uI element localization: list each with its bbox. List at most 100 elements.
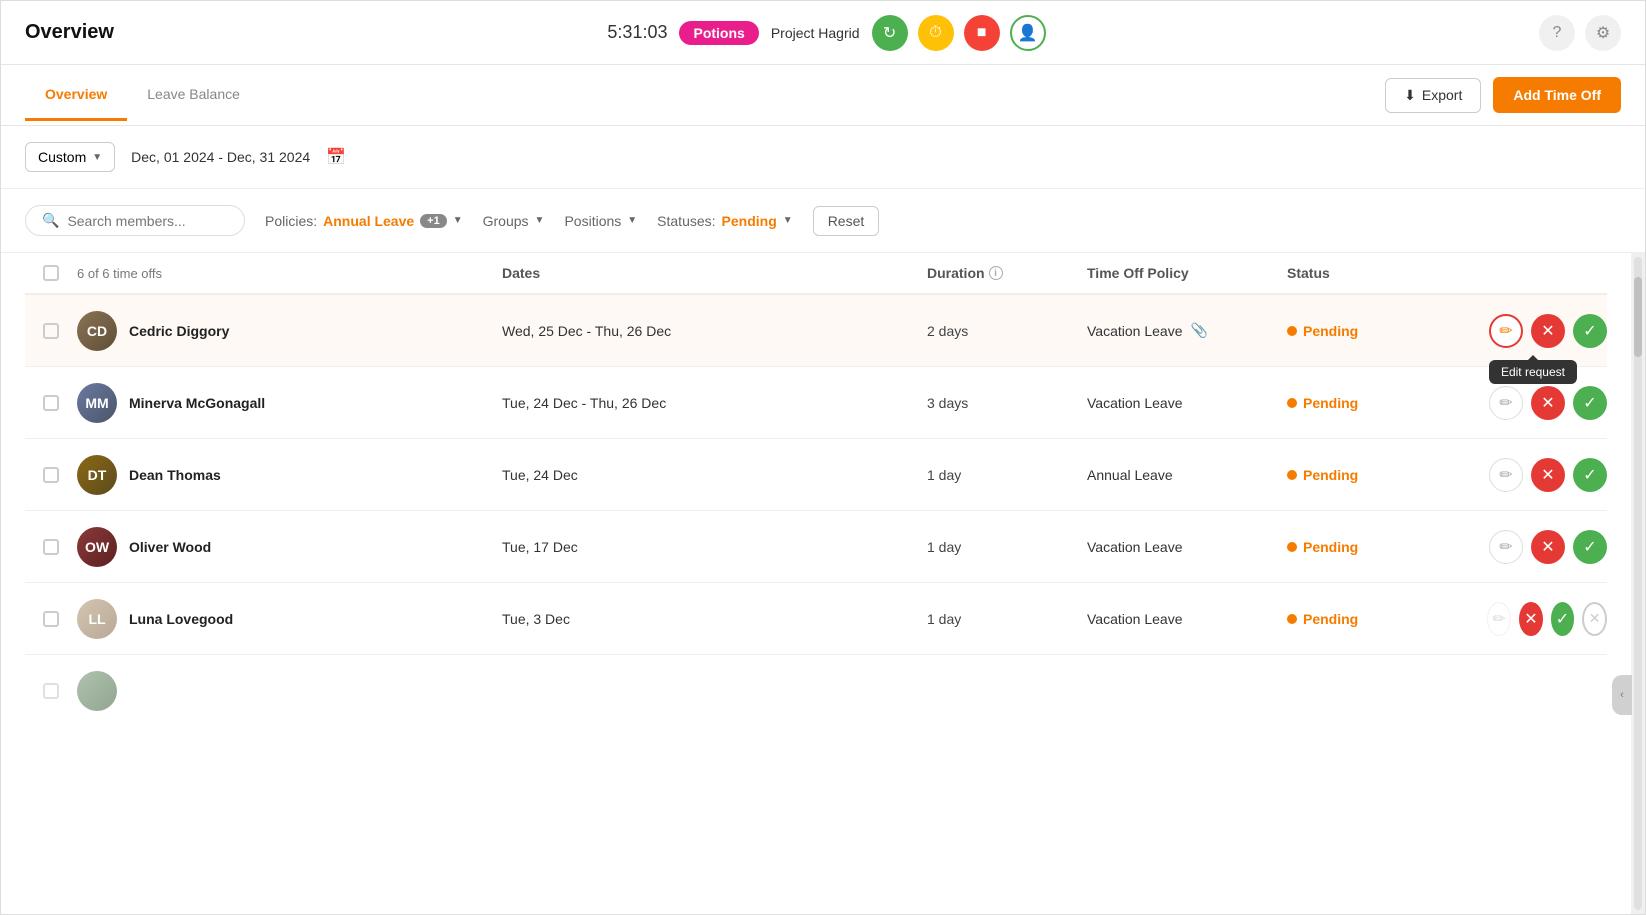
approve-button-dean[interactable]: ✓ [1573,458,1607,492]
member-name-dean: Dean Thomas [129,467,221,483]
edit-button-minerva[interactable]: ✏ [1489,386,1523,420]
member-cell-cedric: CD Cedric Diggory [77,311,502,351]
member-name-oliver: Oliver Wood [129,539,211,555]
policy-oliver: Vacation Leave [1087,539,1287,555]
avatar-minerva: MM [77,383,117,423]
actions-minerva: ✏ ✕ ✓ [1487,386,1607,420]
scrollbar[interactable] [1631,253,1645,914]
policy-luna: Vacation Leave [1087,611,1287,627]
tab-overview[interactable]: Overview [25,70,127,121]
groups-filter[interactable]: Groups ▼ [483,213,545,229]
statuses-chevron-icon: ▼ [783,215,793,226]
policy-header: Time Off Policy [1087,265,1287,281]
policies-value: Annual Leave [323,213,414,229]
member-cell-partial [77,671,502,711]
secondary-action-button-luna[interactable]: ✕ [1582,602,1607,636]
dates-header: Dates [502,265,927,281]
dates-dean: Tue, 24 Dec [502,467,927,483]
export-button[interactable]: ⬇ Export [1385,78,1481,113]
member-cell-luna: LL Luna Lovegood [77,599,502,639]
table-row: DT Dean Thomas Tue, 24 Dec 1 day Annual … [25,439,1607,511]
approve-button-oliver[interactable]: ✓ [1573,530,1607,564]
edit-button-luna[interactable]: ✏ [1487,602,1511,636]
member-name-minerva: Minerva McGonagall [129,395,265,411]
policy-minerva: Vacation Leave [1087,395,1287,411]
timer-display: 5:31:03 [607,22,667,43]
active-project-badge[interactable]: Potions [679,21,758,45]
table-row: CD Cedric Diggory Wed, 25 Dec - Thu, 26 … [25,295,1607,367]
search-filters-bar: 🔍 Policies: Annual Leave +1 ▼ Groups ▼ P… [1,189,1645,253]
header-icons: ↻ ⏱ ■ 👤 [872,15,1046,51]
approve-button-minerva[interactable]: ✓ [1573,386,1607,420]
status-oliver: Pending [1287,539,1487,555]
row-checkbox-luna[interactable] [43,611,59,627]
duration-info-icon: i [989,266,1003,280]
timer-icon[interactable]: ⏱ [918,15,954,51]
avatar-partial [77,671,117,711]
duration-dean: 1 day [927,467,1087,483]
collapse-panel-handle[interactable]: ‹ [1612,675,1632,715]
header-center: 5:31:03 Potions Project Hagrid ↻ ⏱ ■ 👤 [607,15,1045,51]
count-header: 6 of 6 time offs [77,266,502,281]
add-time-off-button[interactable]: Add Time Off [1493,77,1621,113]
stop-icon[interactable]: ■ [964,15,1000,51]
member-cell-minerva: MM Minerva McGonagall [77,383,502,423]
deny-button-oliver[interactable]: ✕ [1531,530,1565,564]
edit-request-tooltip: Edit request [1489,360,1577,384]
status-minerva: Pending [1287,395,1487,411]
member-name-luna: Luna Lovegood [129,611,233,627]
approve-button-cedric[interactable]: ✓ [1573,314,1607,348]
help-icon[interactable]: ? [1539,15,1575,51]
edit-button-oliver[interactable]: ✏ [1489,530,1523,564]
dates-cedric: Wed, 25 Dec - Thu, 26 Dec [502,323,927,339]
deny-button-luna[interactable]: ✕ [1519,602,1543,636]
policies-filter[interactable]: Policies: Annual Leave +1 ▼ [265,213,463,229]
edit-button-cedric[interactable]: ✏ [1489,314,1523,348]
positions-label: Positions [564,213,621,229]
deny-button-dean[interactable]: ✕ [1531,458,1565,492]
search-input[interactable] [67,213,227,229]
status-luna: Pending [1287,611,1487,627]
select-all-cell [25,265,77,281]
reset-button[interactable]: Reset [813,206,880,236]
tabs-list: Overview Leave Balance [25,70,260,121]
duration-cedric: 2 days [927,323,1087,339]
policy-cedric: Vacation Leave 📎 [1087,322,1287,339]
member-name-cedric: Cedric Diggory [129,323,229,339]
settings-icon[interactable]: ⚙ [1585,15,1621,51]
active-project-label[interactable]: Project Hagrid [771,25,860,41]
actions-cedric: ✏ ✕ ✓ Edit request [1487,314,1607,348]
row-checkbox-partial[interactable] [43,683,59,699]
row-checkbox-cedric[interactable] [43,323,59,339]
status-dot-dean [1287,470,1297,480]
actions-oliver: ✏ ✕ ✓ [1487,530,1607,564]
select-all-checkbox[interactable] [43,265,59,281]
positions-filter[interactable]: Positions ▼ [564,213,637,229]
tabs-bar: Overview Leave Balance ⬇ Export Add Time… [1,65,1645,126]
tab-leave-balance[interactable]: Leave Balance [127,70,260,121]
attachment-icon-cedric[interactable]: 📎 [1190,322,1207,339]
deny-button-cedric[interactable]: ✕ [1531,314,1565,348]
statuses-filter[interactable]: Statuses: Pending ▼ [657,213,793,229]
sync-icon[interactable]: ↻ [872,15,908,51]
table-row-partial [25,655,1607,727]
deny-button-minerva[interactable]: ✕ [1531,386,1565,420]
approve-button-luna[interactable]: ✓ [1551,602,1575,636]
status-dot-oliver [1287,542,1297,552]
status-header: Status [1287,265,1487,281]
calendar-icon[interactable]: 📅 [326,147,346,167]
header-left: Overview [25,21,114,44]
main-content: 6 of 6 time offs Dates Duration i Time O… [1,253,1645,914]
policies-badge: +1 [420,214,447,228]
edit-button-dean[interactable]: ✏ [1489,458,1523,492]
statuses-value: Pending [722,213,777,229]
avatar-luna: LL [77,599,117,639]
scrollbar-handle[interactable] [1634,277,1642,357]
duration-header: Duration i [927,265,1087,281]
custom-dropdown[interactable]: Custom ▼ [25,142,115,172]
row-checkbox-oliver[interactable] [43,539,59,555]
row-checkbox-dean[interactable] [43,467,59,483]
user-icon[interactable]: 👤 [1010,15,1046,51]
row-checkbox-minerva[interactable] [43,395,59,411]
status-dot-minerva [1287,398,1297,408]
